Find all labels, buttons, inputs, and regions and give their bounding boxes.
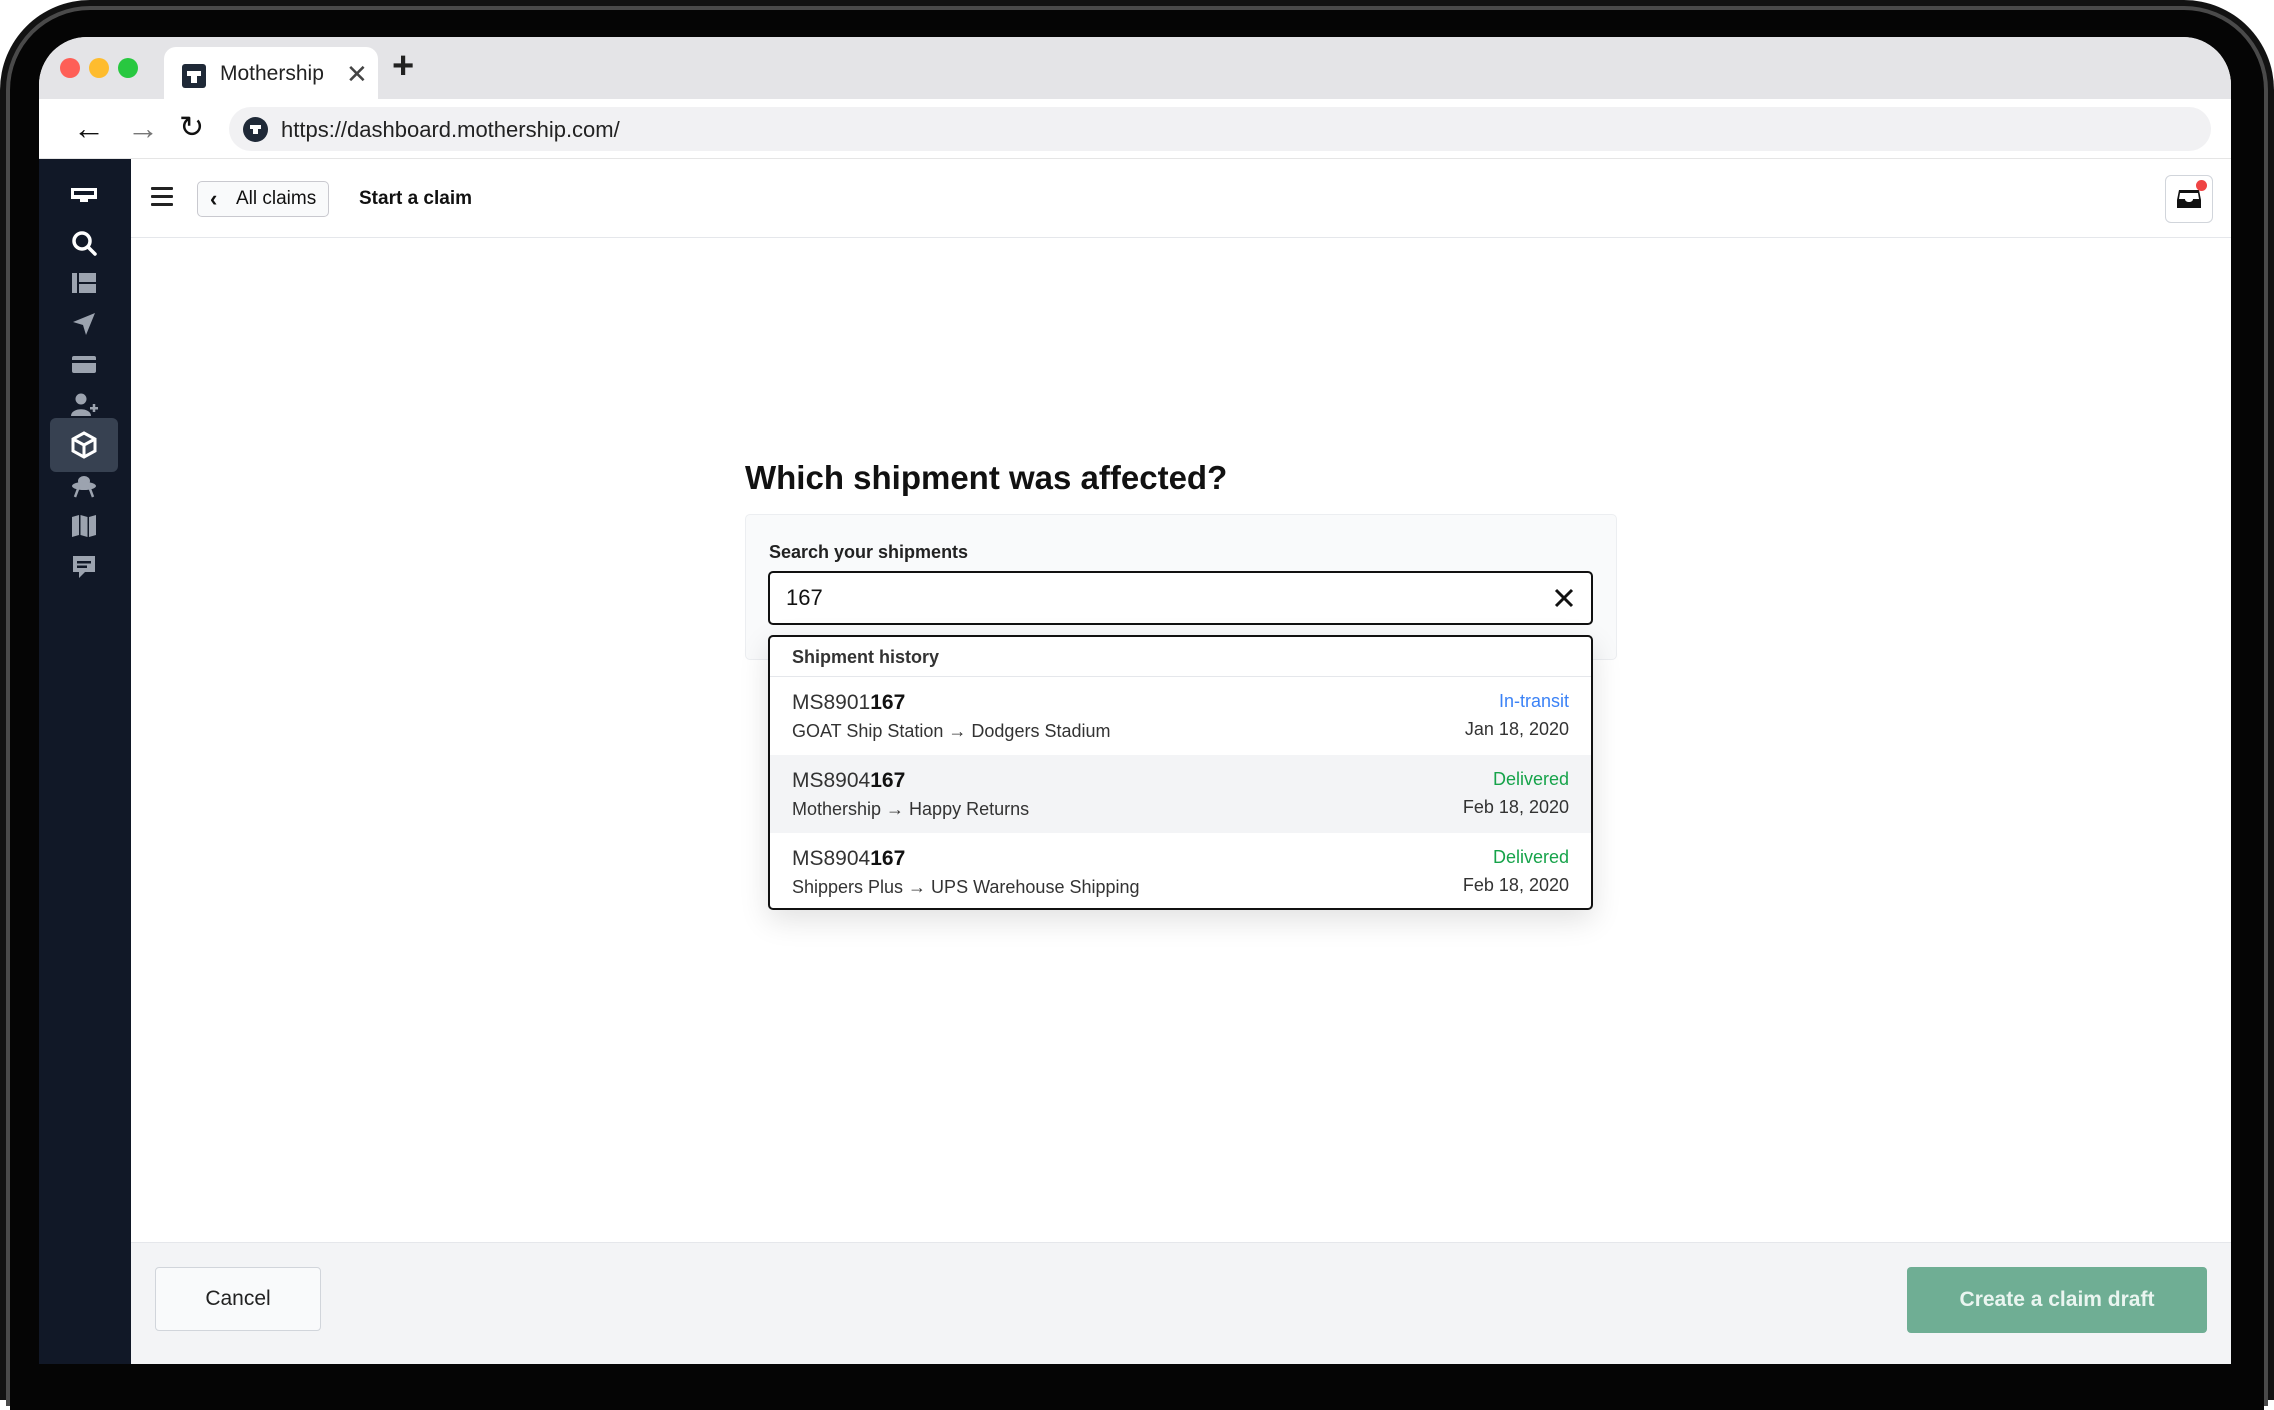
- search-label: Search your shipments: [769, 542, 969, 562]
- list-item[interactable]: MS8904167 Mothership → Happy Returns Del…: [770, 755, 1591, 833]
- chevron-left-icon: ‹: [210, 186, 218, 211]
- shipment-dropdown: Shipment history MS8901167 GOAT Ship Sta…: [768, 635, 1593, 910]
- sidebar: [39, 159, 131, 1364]
- minimize-window-button[interactable]: [89, 58, 109, 78]
- all-claims-button[interactable]: ‹ All claims: [197, 181, 330, 217]
- browser-tab[interactable]: Mothership ✕: [164, 47, 378, 101]
- shipment-date: Jan 18, 2020: [1464, 719, 1569, 739]
- app: ‹ All claims Start a claim Which shipmen…: [39, 159, 2231, 1364]
- status-badge: In-transit: [1498, 691, 1569, 711]
- shipment-id: MS8904167: [792, 847, 906, 870]
- all-claims-label: All claims: [236, 188, 317, 209]
- shipment-route: Mothership → Happy Returns: [792, 799, 1030, 819]
- close-window-button[interactable]: [60, 58, 80, 78]
- list-item[interactable]: MS8901167 GOAT Ship Station → Dodgers St…: [770, 677, 1591, 755]
- chat-icon[interactable]: [50, 540, 118, 594]
- clear-search-button[interactable]: [1549, 583, 1579, 613]
- search-input[interactable]: [768, 571, 1593, 625]
- list-item[interactable]: MS8904167 Shippers Plus → UPS Warehouse …: [770, 833, 1591, 908]
- shipment-date: Feb 18, 2020: [1462, 875, 1569, 895]
- reload-icon[interactable]: ↻: [179, 109, 204, 147]
- mothership-favicon-icon: [182, 64, 206, 88]
- main-content: Which shipment was affected? Search your…: [131, 238, 2231, 1242]
- inbox-button[interactable]: [2165, 175, 2213, 223]
- create-claim-draft-button[interactable]: Create a claim draft: [1907, 1267, 2207, 1333]
- site-icon: [243, 117, 268, 142]
- browser-window: Mothership ✕ + ← → ↻ https://dashboard.m…: [39, 37, 2231, 1364]
- breadcrumb-current: Start a claim: [359, 188, 472, 209]
- address-bar[interactable]: https://dashboard.mothership.com/: [229, 107, 2211, 151]
- shipment-route: GOAT Ship Station → Dodgers Stadium: [792, 721, 1111, 741]
- url-text: https://dashboard.mothership.com/: [281, 117, 620, 142]
- cancel-button[interactable]: Cancel: [155, 1267, 321, 1331]
- back-arrow-icon[interactable]: ←: [73, 109, 105, 147]
- tab-title: Mothership: [220, 62, 324, 85]
- status-badge: Delivered: [1492, 847, 1569, 867]
- shipment-id: MS8901167: [792, 691, 906, 714]
- menu-icon[interactable]: [151, 187, 173, 207]
- tab-close-icon[interactable]: ✕: [346, 59, 368, 89]
- browser-toolbar: ← → ↻ https://dashboard.mothership.com/: [39, 99, 2231, 159]
- top-bar: ‹ All claims Start a claim: [131, 159, 2231, 238]
- close-icon: [1554, 588, 1574, 608]
- shipment-date: Feb 18, 2020: [1462, 797, 1569, 817]
- tab-bar: Mothership ✕ +: [39, 37, 2231, 101]
- notification-dot: [2196, 180, 2207, 191]
- laptop-frame: Mothership ✕ + ← → ↻ https://dashboard.m…: [0, 0, 2274, 1410]
- new-tab-icon[interactable]: +: [392, 46, 414, 86]
- status-badge: Delivered: [1492, 769, 1569, 789]
- shipment-id: MS8904167: [792, 769, 906, 792]
- maximize-window-button[interactable]: [118, 58, 138, 78]
- inbox-icon: [2177, 190, 2201, 208]
- dropdown-header: Shipment history: [770, 637, 1591, 677]
- page-title: Which shipment was affected?: [745, 459, 1228, 496]
- forward-arrow-icon[interactable]: →: [127, 109, 159, 147]
- logo-icon[interactable]: [50, 169, 118, 223]
- shipment-route: Shippers Plus → UPS Warehouse Shipping: [792, 877, 1140, 897]
- footer-bar: Cancel Create a claim draft: [131, 1242, 2231, 1364]
